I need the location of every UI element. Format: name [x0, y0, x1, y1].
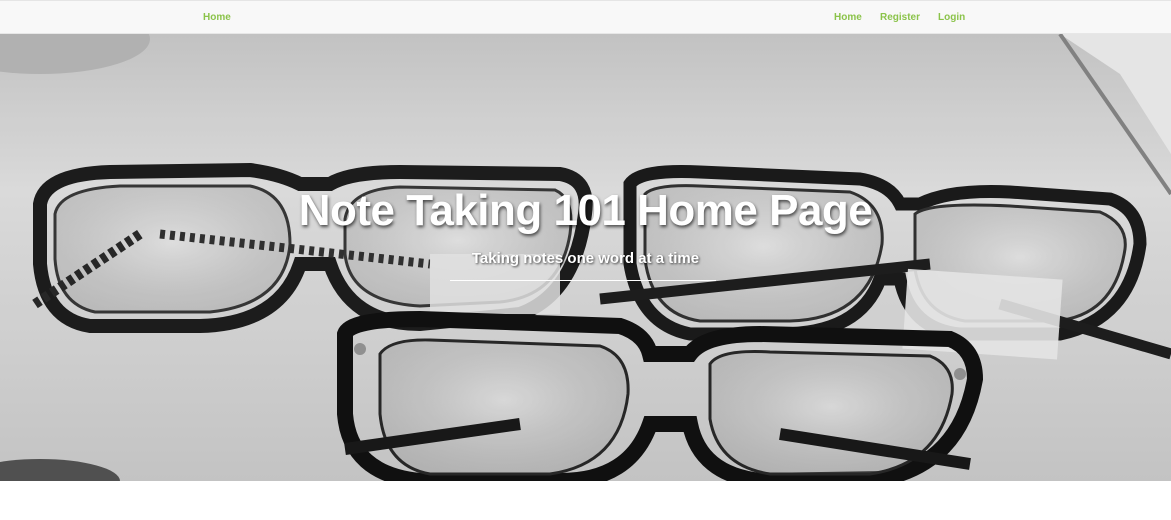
hero-divider: [450, 280, 716, 281]
hero-title: Note Taking 101 Home Page: [298, 186, 873, 235]
hero-subtitle: Taking notes one word at a time: [471, 250, 700, 267]
top-navbar: Home Home Register Login: [0, 0, 1171, 34]
nav-link-login[interactable]: Login: [938, 12, 965, 23]
nav-link-home[interactable]: Home: [834, 12, 862, 23]
nav-link-register[interactable]: Register: [880, 12, 920, 23]
navbar-brand-home-link[interactable]: Home: [203, 12, 231, 23]
hero-banner: Note Taking 101 Home Page Taking notes o…: [0, 34, 1171, 481]
